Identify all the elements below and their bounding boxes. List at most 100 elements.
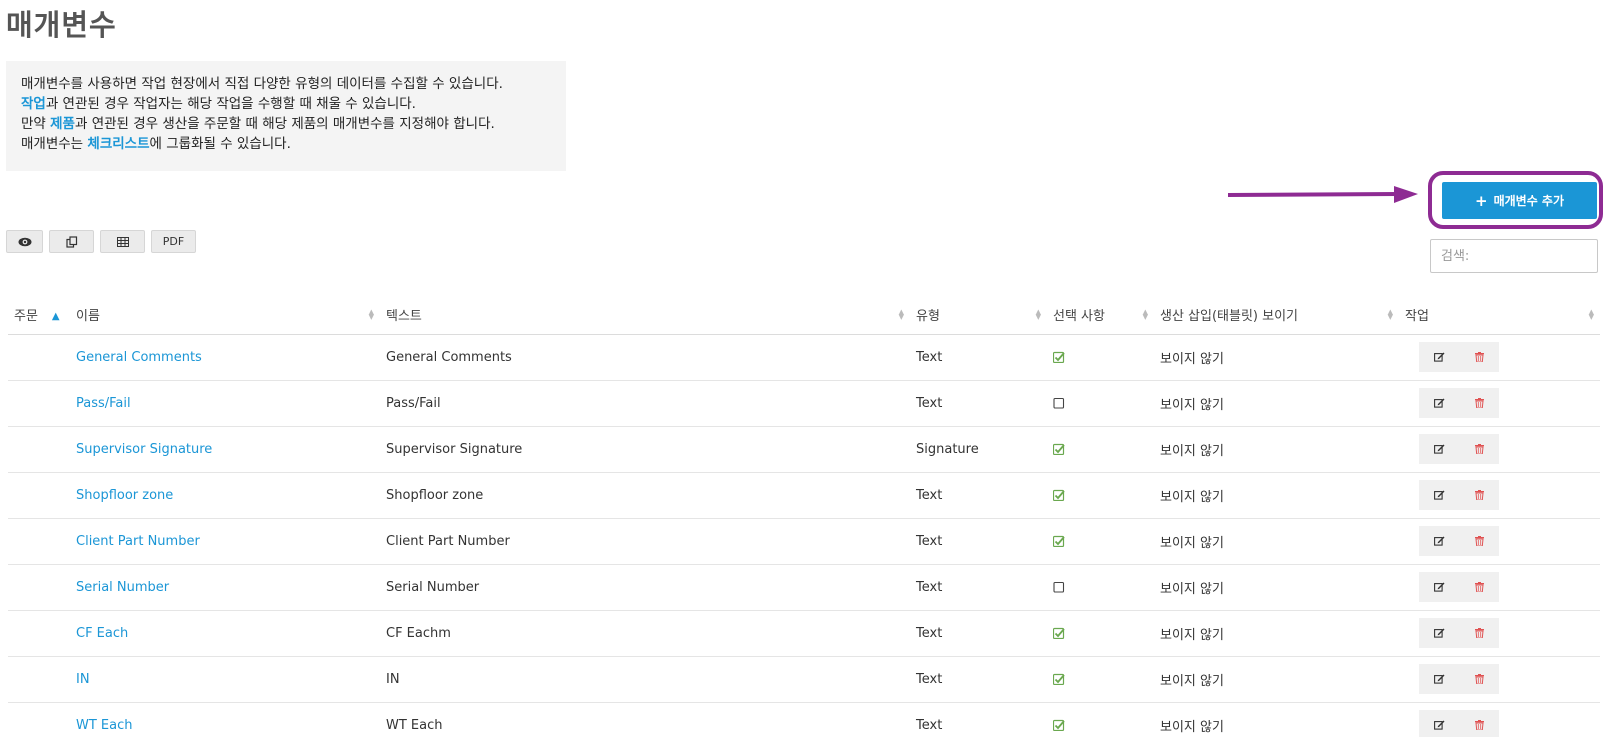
delete-button[interactable] xyxy=(1459,710,1499,737)
cell-visible: 보이지 않기 xyxy=(1154,518,1399,565)
parameter-name-link[interactable]: General Comments xyxy=(76,350,202,365)
parameter-name-link[interactable]: WT Each xyxy=(76,718,133,733)
row-actions xyxy=(1419,572,1499,602)
add-parameter-label: 매개변수 추가 xyxy=(1493,194,1564,208)
checked-checkbox-icon xyxy=(1053,351,1065,363)
info-line-3: 만약 제품과 연관된 경우 생산을 주문할 때 해당 제품의 매개변수를 지정해… xyxy=(21,114,551,134)
row-actions xyxy=(1419,388,1499,418)
search-input[interactable] xyxy=(1430,239,1598,273)
edit-icon xyxy=(1433,352,1444,362)
parameter-name-link[interactable]: Shopfloor zone xyxy=(76,488,173,503)
edit-button[interactable] xyxy=(1419,664,1459,694)
cell-text: Serial Number xyxy=(380,564,910,611)
edit-button[interactable] xyxy=(1419,618,1459,648)
column-header-type[interactable]: 유형 ▲ ▼ xyxy=(910,296,1047,335)
column-header-name[interactable]: 이름 ▲ ▼ xyxy=(70,296,380,335)
cell-visible: 보이지 않기 xyxy=(1154,702,1399,737)
trash-icon xyxy=(1474,352,1484,362)
pdf-export-button[interactable]: PDF xyxy=(151,230,196,253)
checked-checkbox-icon xyxy=(1053,673,1065,685)
edit-button[interactable] xyxy=(1419,388,1459,418)
delete-button[interactable] xyxy=(1459,526,1499,556)
checked-checkbox-icon xyxy=(1053,489,1065,501)
table-row: Shopfloor zone Shopfloor zone Text 보이지 않기 xyxy=(8,472,1600,519)
edit-icon xyxy=(1433,444,1444,454)
column-header-optional[interactable]: 선택 사항 ▲ ▼ xyxy=(1047,296,1154,335)
column-header-actions[interactable]: 작업 ▲ ▼ xyxy=(1399,296,1600,335)
cell-order xyxy=(8,472,70,519)
checklist-link[interactable]: 체크리스트 xyxy=(87,136,149,152)
edit-button[interactable] xyxy=(1419,434,1459,464)
cell-type: Text xyxy=(910,656,1047,703)
trash-icon xyxy=(1474,674,1484,684)
column-header-order[interactable]: 주문 ▲ xyxy=(8,296,70,335)
annotation-arrow-icon xyxy=(1228,186,1418,203)
trash-icon xyxy=(1474,582,1484,592)
edit-icon xyxy=(1433,398,1444,408)
parameter-name-link[interactable]: Client Part Number xyxy=(76,534,200,549)
cell-visible: 보이지 않기 xyxy=(1154,472,1399,519)
trash-icon xyxy=(1474,444,1484,454)
trash-icon xyxy=(1474,628,1484,638)
column-header-visible[interactable]: 생산 삽입(태블릿) 보이기 ▲ ▼ xyxy=(1154,296,1399,335)
column-header-text[interactable]: 텍스트 ▲ ▼ xyxy=(380,296,910,335)
export-toolbar: PDF xyxy=(6,230,196,253)
cell-visible: 보이지 않기 xyxy=(1154,334,1399,381)
cell-visible: 보이지 않기 xyxy=(1154,610,1399,657)
edit-button[interactable] xyxy=(1419,572,1459,602)
plus-icon: + xyxy=(1475,191,1488,210)
edit-button[interactable] xyxy=(1419,526,1459,556)
cell-type: Text xyxy=(910,564,1047,611)
delete-button[interactable] xyxy=(1459,388,1499,418)
sort-icon: ▲ ▼ xyxy=(898,308,904,321)
cell-actions xyxy=(1399,564,1600,611)
delete-button[interactable] xyxy=(1459,434,1499,464)
cell-order xyxy=(8,702,70,737)
unchecked-checkbox-icon xyxy=(1053,397,1065,409)
sort-icon: ▲ ▼ xyxy=(1588,308,1594,321)
excel-export-button[interactable] xyxy=(100,230,145,253)
parameter-name-link[interactable]: Supervisor Signature xyxy=(76,442,212,457)
table-row: Supervisor Signature Supervisor Signature… xyxy=(8,426,1600,473)
cell-actions xyxy=(1399,702,1600,737)
page-title: 매개변수 xyxy=(6,8,117,42)
delete-button[interactable] xyxy=(1459,572,1499,602)
table-row: Pass/Fail Pass/Fail Text 보이지 않기 xyxy=(8,380,1600,427)
copy-button[interactable] xyxy=(49,230,94,253)
add-parameter-button[interactable]: + 매개변수 추가 xyxy=(1442,182,1597,219)
table-body: General Comments General Comments Text 보이지 … xyxy=(8,334,1600,737)
column-visibility-button[interactable] xyxy=(6,230,43,253)
parameter-name-link[interactable]: CF Each xyxy=(76,626,128,641)
delete-button[interactable] xyxy=(1459,480,1499,510)
table-header-row: 주문 ▲ 이름 ▲ ▼ 텍스트 ▲ ▼ 유형 ▲ ▼ 선택 사항 ▲ ▼ 생산 삽입(태블릿) 보… xyxy=(8,296,1600,335)
cell-optional xyxy=(1047,656,1154,703)
info-line-4-text: 에 그룹화될 수 있습니다. xyxy=(149,136,291,152)
checked-checkbox-icon xyxy=(1053,443,1065,455)
cell-order xyxy=(8,656,70,703)
info-line-2-text: 과 연관된 경우 작업자는 해당 작업을 수행할 때 채울 수 있습니다. xyxy=(45,96,416,112)
delete-button[interactable] xyxy=(1459,664,1499,694)
checked-checkbox-icon xyxy=(1053,627,1065,639)
info-line-3-prefix: 만약 xyxy=(21,116,51,132)
delete-button[interactable] xyxy=(1459,342,1499,372)
edit-button[interactable] xyxy=(1419,342,1459,372)
table-row: General Comments General Comments Text 보이지 … xyxy=(8,334,1600,381)
product-link[interactable]: 제품 xyxy=(50,116,75,132)
cell-type: Text xyxy=(910,610,1047,657)
table-row: IN IN Text 보이지 않기 xyxy=(8,656,1600,703)
parameter-name-link[interactable]: IN xyxy=(76,672,90,687)
row-actions xyxy=(1419,526,1499,556)
edit-button[interactable] xyxy=(1419,480,1459,510)
cell-text: Client Part Number xyxy=(380,518,910,565)
edit-icon xyxy=(1433,536,1444,546)
row-actions xyxy=(1419,664,1499,694)
cell-order xyxy=(8,334,70,381)
edit-button[interactable] xyxy=(1419,710,1459,737)
trash-icon xyxy=(1474,398,1484,408)
cell-optional xyxy=(1047,472,1154,519)
table-icon xyxy=(116,236,129,247)
parameter-name-link[interactable]: Serial Number xyxy=(76,580,169,595)
operation-link[interactable]: 작업 xyxy=(21,96,46,112)
delete-button[interactable] xyxy=(1459,618,1499,648)
parameter-name-link[interactable]: Pass/Fail xyxy=(76,396,131,411)
